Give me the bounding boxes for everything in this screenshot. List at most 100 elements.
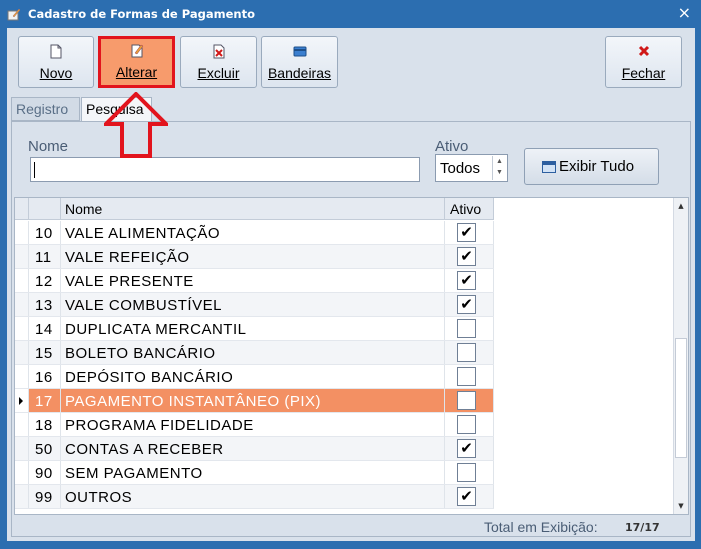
cell-separator — [444, 413, 445, 436]
table-row[interactable]: 90 SEM PAGAMENTO — [15, 461, 494, 485]
ativo-checkbox[interactable] — [457, 391, 476, 410]
row-indicator — [15, 221, 28, 244]
table-row[interactable]: 18 PROGRAMA FIDELIDADE — [15, 413, 494, 437]
row-indicator — [15, 389, 28, 412]
nome-label: Nome — [28, 138, 69, 155]
row-code: 13 — [35, 297, 53, 314]
ativo-checkbox[interactable] — [457, 319, 476, 338]
ativo-checkbox[interactable]: ✔ — [457, 223, 476, 242]
scroll-thumb[interactable] — [675, 338, 687, 458]
delete-document-icon — [213, 44, 224, 59]
alterar-button[interactable]: Alterar — [98, 36, 175, 88]
cell-separator — [60, 389, 61, 412]
table-row[interactable]: 11 VALE REFEIÇÃO ✔ — [15, 245, 494, 269]
new-document-icon — [50, 44, 62, 59]
cell-separator — [493, 221, 494, 244]
results-grid[interactable]: Nome Ativo 10 VALE ALIMENTAÇÃO ✔ 11 VALE REF… — [14, 197, 689, 515]
total-label: Total em Exibição: — [484, 519, 598, 535]
row-name: DUPLICATA MERCANTIL — [65, 321, 247, 338]
row-indicator — [15, 293, 28, 316]
ativo-select[interactable]: Todos ▲ ▼ — [435, 154, 508, 182]
column-header-ativo[interactable]: Ativo — [450, 201, 481, 217]
row-indicator — [15, 341, 28, 364]
table-row[interactable]: 13 VALE COMBUSTÍVEL ✔ — [15, 293, 494, 317]
cell-separator — [28, 293, 29, 316]
ativo-checkbox[interactable]: ✔ — [457, 487, 476, 506]
bandeiras-button[interactable]: Bandeiras — [261, 36, 338, 88]
ativo-checkbox[interactable]: ✔ — [457, 271, 476, 290]
total-count: 17/17 — [625, 521, 660, 534]
spin-arrows-icon[interactable]: ▲ ▼ — [492, 156, 506, 180]
cell-separator — [28, 365, 29, 388]
row-code: 50 — [35, 441, 53, 458]
row-code: 16 — [35, 369, 53, 386]
cell-separator — [28, 461, 29, 484]
cell-separator — [444, 245, 445, 268]
nome-input[interactable] — [30, 157, 420, 182]
row-name: BOLETO BANCÁRIO — [65, 345, 216, 362]
table-row[interactable]: 12 VALE PRESENTE ✔ — [15, 269, 494, 293]
row-name: PROGRAMA FIDELIDADE — [65, 417, 254, 434]
novo-button[interactable]: Novo — [18, 36, 94, 88]
row-name: DEPÓSITO BANCÁRIO — [65, 369, 234, 386]
ativo-checkbox[interactable]: ✔ — [457, 439, 476, 458]
cell-separator — [28, 221, 29, 244]
scroll-up-icon[interactable]: ▲ — [675, 200, 687, 212]
row-name: CONTAS A RECEBER — [65, 441, 224, 458]
cell-separator — [493, 485, 494, 508]
column-header-nome[interactable]: Nome — [65, 201, 102, 217]
title-bar[interactable]: Cadastro de Formas de Pagamento × — [0, 0, 701, 28]
edit-document-icon — [131, 44, 143, 58]
excluir-label: Excluir — [197, 65, 240, 81]
close-icon[interactable]: × — [678, 4, 691, 22]
header-separator — [444, 198, 445, 219]
cell-separator — [28, 317, 29, 340]
fechar-button[interactable]: Fechar — [605, 36, 682, 88]
excluir-button[interactable]: Excluir — [180, 36, 257, 88]
table-row[interactable]: 16 DEPÓSITO BANCÁRIO — [15, 365, 494, 389]
table-row[interactable]: 50 CONTAS A RECEBER ✔ — [15, 437, 494, 461]
card-flags-icon — [293, 46, 306, 57]
ativo-checkbox[interactable] — [457, 463, 476, 482]
row-indicator — [15, 485, 28, 508]
cell-separator — [444, 437, 445, 460]
header-separator — [493, 198, 494, 219]
cell-separator — [28, 437, 29, 460]
table-row[interactable]: 17 PAGAMENTO INSTANTÂNEO (PIX) — [15, 389, 494, 413]
cell-separator — [493, 341, 494, 364]
cell-separator — [493, 269, 494, 292]
ativo-checkbox[interactable]: ✔ — [457, 295, 476, 314]
ativo-checkbox[interactable] — [457, 415, 476, 434]
cell-separator — [28, 389, 29, 412]
row-code: 15 — [35, 345, 53, 362]
table-row[interactable]: 14 DUPLICATA MERCANTIL — [15, 317, 494, 341]
cell-separator — [28, 269, 29, 292]
row-code: 12 — [35, 273, 53, 290]
cell-separator — [493, 365, 494, 388]
header-separator — [60, 198, 61, 219]
row-name: SEM PAGAMENTO — [65, 465, 203, 482]
cell-separator — [444, 365, 445, 388]
fechar-label: Fechar — [621, 65, 666, 81]
ativo-checkbox[interactable]: ✔ — [457, 247, 476, 266]
cell-separator — [60, 269, 61, 292]
cell-separator — [28, 413, 29, 436]
cell-separator — [60, 413, 61, 436]
exibir-tudo-button[interactable]: Exibir Tudo — [524, 148, 659, 185]
cell-separator — [28, 341, 29, 364]
tab-registro[interactable]: Registro — [11, 97, 80, 121]
ativo-checkbox[interactable] — [457, 367, 476, 386]
cell-separator — [28, 485, 29, 508]
alterar-label: Alterar — [115, 64, 158, 80]
scroll-down-icon[interactable]: ▼ — [675, 500, 687, 512]
row-name: VALE PRESENTE — [65, 273, 194, 290]
table-row[interactable]: 99 OUTROS ✔ — [15, 485, 494, 509]
table-row[interactable]: 10 VALE ALIMENTAÇÃO ✔ — [15, 221, 494, 245]
cell-separator — [60, 341, 61, 364]
vertical-scrollbar[interactable]: ▲ ▼ — [673, 198, 688, 514]
header-separator — [28, 198, 29, 219]
row-code: 17 — [35, 393, 53, 410]
ativo-checkbox[interactable] — [457, 343, 476, 362]
row-name: VALE REFEIÇÃO — [65, 249, 190, 266]
table-row[interactable]: 15 BOLETO BANCÁRIO — [15, 341, 494, 365]
